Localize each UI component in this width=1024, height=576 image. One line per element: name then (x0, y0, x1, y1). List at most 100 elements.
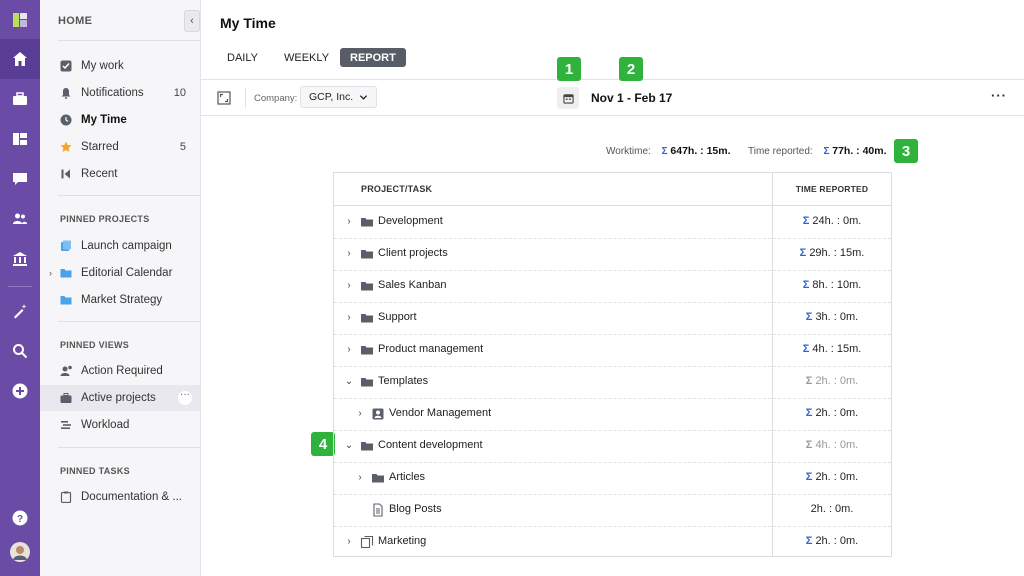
chevron-down-icon[interactable]: ⌄ (344, 376, 354, 388)
expand-chevron-icon[interactable]: › (49, 268, 52, 278)
chat-icon[interactable] (0, 159, 40, 199)
row-name: Content development (378, 439, 483, 451)
pinned-view-item[interactable]: Active projects ··· (40, 385, 200, 411)
table-row-client-projects[interactable]: › Client projects Σ 29h. : 15m. (334, 238, 891, 270)
sidebar-item-label: Starred (81, 141, 119, 153)
table-row-product-management[interactable]: › Product management Σ 4h. : 15m. (334, 334, 891, 366)
tab-report[interactable]: REPORT (340, 48, 406, 67)
sidebar-divider (58, 195, 200, 196)
table-row-sales-kanban[interactable]: › Sales Kanban Σ 8h. : 10m. (334, 270, 891, 302)
table-row-support[interactable]: › Support Σ 3h. : 0m. (334, 302, 891, 334)
chevron-right-icon[interactable]: › (344, 248, 354, 260)
pinned-view-item[interactable]: Workload (40, 412, 200, 438)
table-row-content-development[interactable]: ⌄ Content development Σ 4h. : 0m. (334, 430, 891, 462)
sidebar-item-notifications[interactable]: Notifications 10 (40, 80, 200, 106)
sidebar-item-starred[interactable]: Starred 5 (40, 134, 200, 160)
pinned-view-label: Action Required (81, 365, 163, 377)
more-options-button[interactable]: ··· (178, 390, 192, 405)
dashboard-icon[interactable] (0, 119, 40, 159)
chevron-right-icon[interactable]: › (344, 280, 354, 292)
column-header-time-reported[interactable]: TIME REPORTED (773, 173, 891, 205)
calendar-button[interactable] (557, 87, 579, 109)
row-time: Σ 3h. : 0m. (772, 311, 892, 323)
table-row-articles[interactable]: › Articles Σ 2h. : 0m. (334, 462, 891, 494)
bank-icon[interactable] (0, 239, 40, 279)
pinned-tasks-title: PINNED TASKS (60, 466, 130, 476)
time-reported-label: Time reported: (748, 146, 813, 157)
notification-count: 10 (173, 87, 186, 99)
chevron-right-icon[interactable]: › (355, 408, 365, 420)
row-name: Client projects (378, 247, 448, 259)
toolbar-divider (201, 115, 1024, 116)
row-time-value: 2h. : 0m. (810, 503, 854, 515)
home-icon[interactable] (0, 39, 40, 79)
column-header-project-task[interactable]: PROJECT/TASK (361, 173, 432, 205)
search-icon[interactable] (0, 331, 40, 371)
table-row-templates[interactable]: ⌄ Templates Σ 2h. : 0m. (334, 366, 891, 398)
sigma-icon: Σ (802, 279, 810, 291)
checkbox-icon (59, 59, 73, 73)
chevron-right-icon[interactable]: › (344, 312, 354, 324)
chevron-down-icon (360, 94, 368, 100)
row-time: Σ 4h. : 15m. (772, 343, 892, 355)
magic-wand-icon[interactable] (0, 291, 40, 331)
pinned-project-item[interactable]: › Editorial Calendar (40, 260, 200, 286)
table-row-marketing[interactable]: › Marketing Σ 2h. : 0m. (334, 526, 891, 558)
pinned-task-item[interactable]: Documentation & ... (40, 484, 200, 510)
pinned-view-label: Workload (81, 419, 130, 431)
tab-weekly[interactable]: WEEKLY (284, 48, 329, 67)
pinned-project-item[interactable]: Market Strategy (40, 287, 200, 313)
app-logo-icon[interactable] (0, 0, 40, 40)
sidebar-item-label: Recent (81, 168, 118, 180)
row-time-value: 8h. : 10m. (812, 279, 862, 291)
sigma-icon: Σ (805, 439, 813, 451)
briefcase-icon[interactable] (0, 79, 40, 119)
row-name: Vendor Management (389, 407, 492, 419)
chevron-right-icon[interactable]: › (355, 472, 365, 484)
callout-badge-2: 2 (619, 57, 643, 81)
chevron-right-icon[interactable]: › (344, 216, 354, 228)
calendar-icon (562, 93, 574, 104)
fullscreen-icon[interactable] (217, 91, 231, 105)
company-select[interactable]: GCP, Inc. (300, 86, 378, 108)
tab-daily[interactable]: DAILY (227, 48, 258, 67)
table-row-vendor-management[interactable]: › Vendor Management Σ 2h. : 0m. (334, 398, 891, 430)
collapse-sidebar-button[interactable]: ‹ (184, 10, 200, 32)
chevron-down-icon[interactable]: ⌄ (344, 440, 354, 452)
main-content: My Time DAILY WEEKLY REPORT 1 2 Company:… (201, 0, 1024, 576)
date-range[interactable]: Nov 1 - Feb 17 (591, 91, 672, 105)
sigma-icon: Σ (805, 471, 813, 483)
pinned-view-item[interactable]: Action Required (40, 358, 200, 384)
bell-icon (59, 86, 73, 100)
time-reported-value: 77h. : 40m. (832, 145, 887, 157)
row-time: Σ 29h. : 15m. (772, 247, 892, 259)
sidebar-item-my-work[interactable]: My work (40, 53, 200, 79)
row-time-value: 2h. : 0m. (815, 471, 859, 483)
chevron-right-icon[interactable]: › (344, 344, 354, 356)
sigma-icon: Σ (799, 247, 807, 259)
sigma-icon: Σ (802, 343, 810, 355)
table-row-development[interactable]: › Development Σ 24h. : 0m. (334, 206, 891, 238)
sidebar-item-my-time[interactable]: My Time (40, 107, 200, 133)
pinned-project-item[interactable]: Launch campaign (40, 233, 200, 259)
row-time: Σ 8h. : 10m. (772, 279, 892, 291)
pinned-view-label: Active projects (81, 392, 156, 404)
pinned-project-label: Market Strategy (81, 294, 163, 306)
worktime-summary: Worktime: Σ 647h. : 15m. (606, 145, 731, 157)
clock-icon (59, 113, 73, 127)
more-options-button[interactable]: ··· (991, 88, 1007, 103)
row-time-value: 2h. : 0m. (815, 535, 859, 547)
folder-icon (371, 471, 385, 485)
sidebar-item-recent[interactable]: Recent (40, 161, 200, 187)
page-title: My Time (220, 15, 276, 31)
sigma-icon: Σ (805, 311, 813, 323)
table-row-blog-posts[interactable]: Blog Posts 2h. : 0m. (334, 494, 891, 526)
sidebar-divider (58, 447, 200, 448)
folder-icon (59, 293, 73, 307)
time-reported-summary: Time reported: Σ 77h. : 40m. (748, 145, 887, 157)
row-time: Σ 2h. : 0m. (772, 407, 892, 419)
users-icon[interactable] (0, 199, 40, 239)
avatar[interactable] (0, 532, 40, 572)
add-icon[interactable] (0, 371, 40, 411)
chevron-right-icon[interactable]: › (344, 536, 354, 548)
